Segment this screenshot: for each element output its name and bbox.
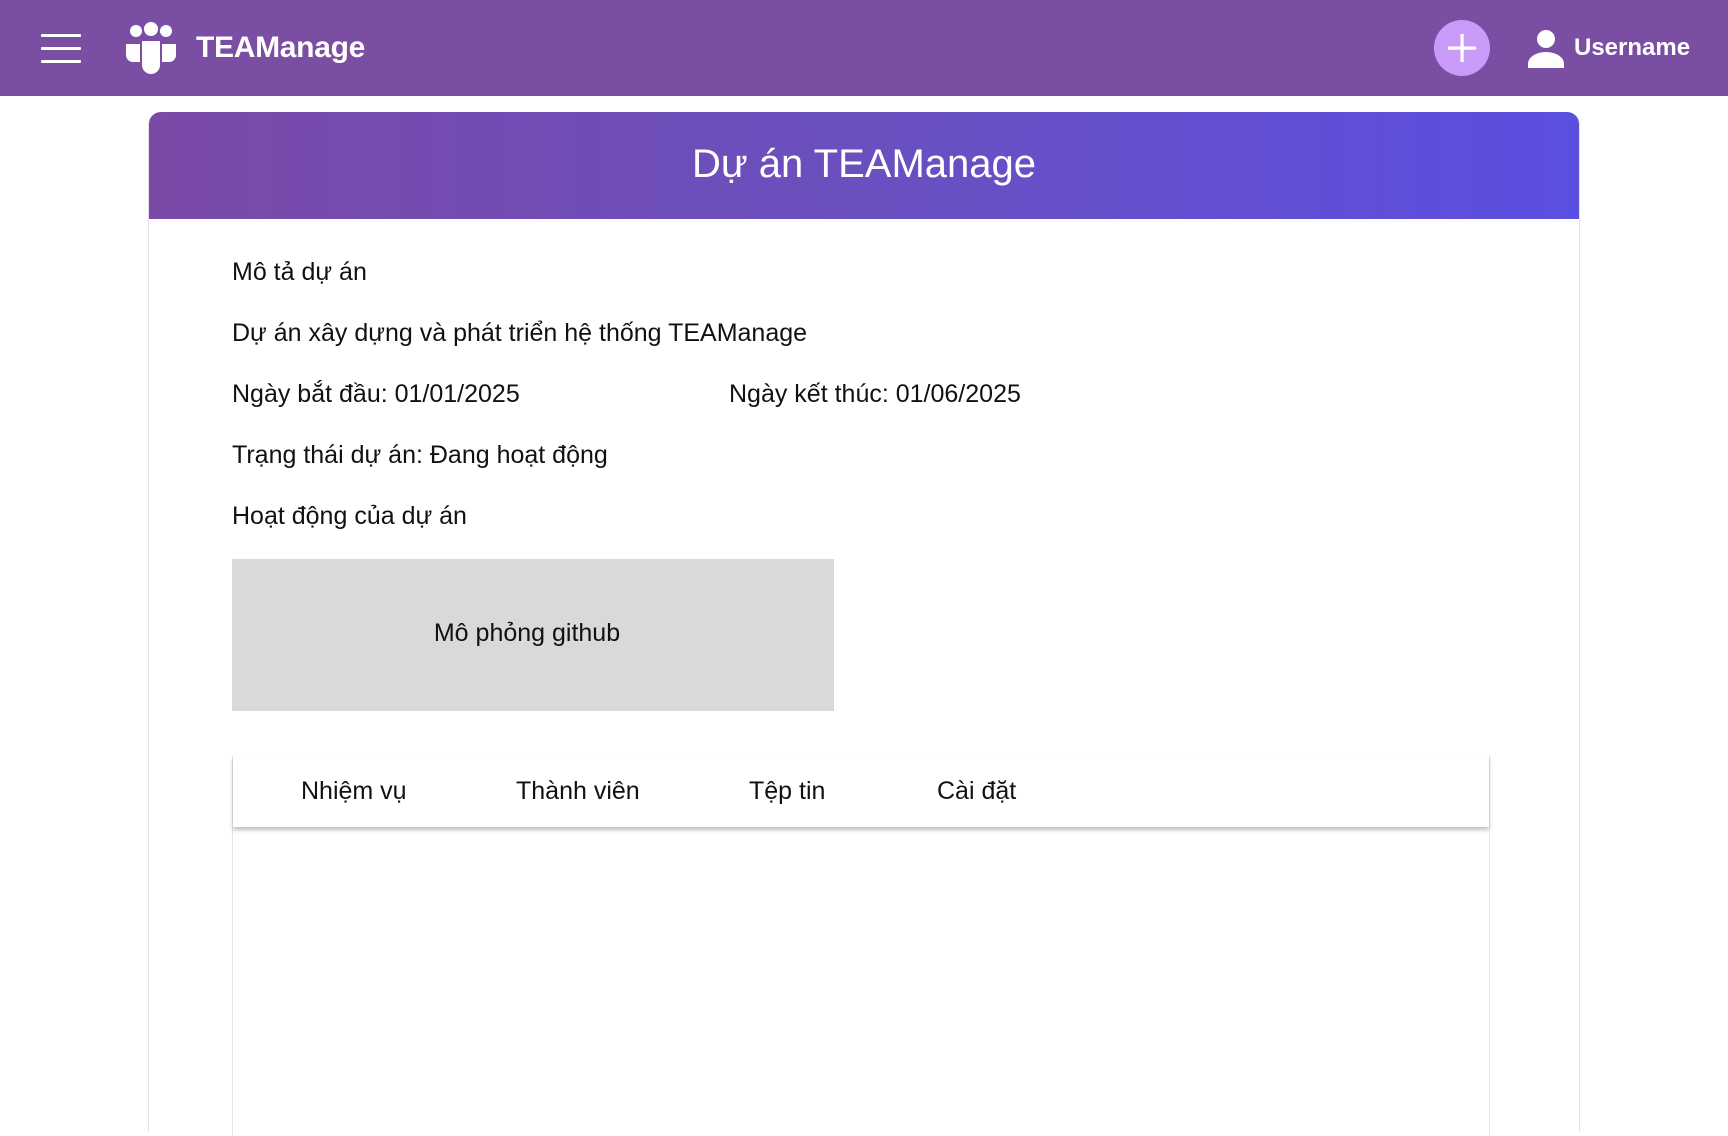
add-button[interactable] — [1434, 20, 1490, 76]
tab-members[interactable]: Thành viên — [516, 775, 640, 807]
project-tabs-panel: Nhiệm vụ Thành viên Tệp tin Cài đặt — [232, 756, 1490, 1136]
project-card: Dự án TEAManage Mô tả dự án Dự án xây dự… — [148, 112, 1580, 1136]
tab-tasks[interactable]: Nhiệm vụ — [301, 775, 407, 807]
top-navigation-bar: TEAManage Username — [0, 0, 1728, 96]
app-title[interactable]: TEAManage — [196, 28, 365, 68]
user-icon — [1528, 30, 1564, 68]
project-title: Dự án TEAManage — [691, 142, 1036, 186]
tab-bar: Nhiệm vụ Thành viên Tệp tin Cài đặt — [233, 756, 1489, 827]
project-description: Dự án xây dựng và phát triển hệ thống TE… — [232, 319, 808, 347]
plus-icon — [1448, 34, 1476, 62]
user-menu[interactable]: Username — [1524, 24, 1690, 72]
team-icon — [126, 22, 176, 74]
project-end-date: Ngày kết thúc: 01/06/2025 — [729, 380, 1021, 408]
username-label: Username — [1574, 34, 1691, 61]
tab-files[interactable]: Tệp tin — [749, 775, 825, 807]
project-description-label: Mô tả dự án — [232, 258, 367, 286]
github-placeholder-label: Mô phỏng github — [433, 619, 621, 647]
project-activity-label: Hoạt động của dự án — [232, 502, 467, 530]
project-status: Trạng thái dự án: Đang hoạt động — [232, 441, 608, 469]
github-activity-placeholder: Mô phỏng github — [232, 559, 834, 711]
hamburger-menu-icon[interactable] — [38, 30, 84, 66]
project-start-date: Ngày bắt đầu: 01/01/2025 — [232, 380, 520, 408]
project-card-header: Dự án TEAManage — [149, 112, 1579, 219]
tab-settings[interactable]: Cài đặt — [937, 775, 1016, 807]
